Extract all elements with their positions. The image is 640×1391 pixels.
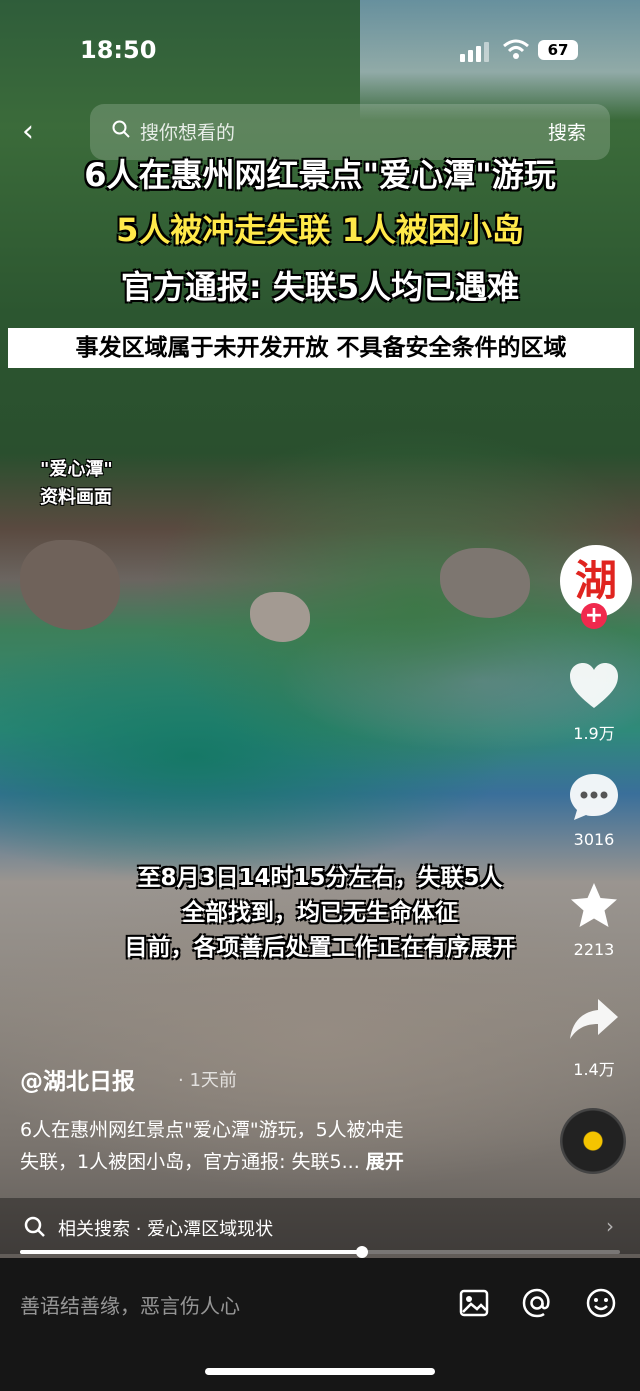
caption-line-2: 全部找到，均已无生命体征 — [182, 900, 458, 926]
video-screen[interactable]: 18:50 67 ‹ 搜你想看的 搜索 6人在惠州网红景点"爱心潭"游玩 5人被… — [0, 0, 640, 1391]
search-input[interactable]: 搜你想看的 — [140, 118, 235, 145]
progress-knob[interactable] — [356, 1246, 368, 1258]
post-description[interactable]: 6人在惠州网红景点"爱心潭"游玩，5人被冲走 失联，1人被困小岛，官方通报: 失… — [20, 1114, 540, 1178]
clock: 18:50 — [80, 36, 157, 64]
favorite-count: 2213 — [573, 940, 615, 959]
follow-button[interactable]: + — [581, 603, 607, 629]
status-bar: 18:50 67 — [0, 0, 640, 100]
music-disc-icon[interactable] — [560, 1108, 626, 1174]
description-line-1: 6人在惠州网红景点"爱心潭"游玩，5人被冲走 — [20, 1119, 404, 1141]
headline-subbar: 事发区域属于未开发开放 不具备安全条件的区域 — [8, 328, 634, 368]
footage-tag-line-2: 资料画面 — [40, 487, 112, 508]
image-icon[interactable] — [457, 1286, 491, 1320]
description-line-2: 失联，1人被困小岛，官方通报: 失联5... 展开 — [20, 1146, 540, 1178]
like-count: 1.9万 — [573, 724, 615, 743]
progress-fill — [20, 1250, 362, 1254]
comment-icon[interactable] — [566, 770, 622, 824]
at-icon[interactable] — [520, 1286, 554, 1320]
heart-icon[interactable] — [566, 660, 622, 712]
share-count: 1.4万 — [573, 1060, 615, 1079]
home-indicator[interactable] — [205, 1368, 435, 1375]
search-button[interactable]: 搜索 — [548, 118, 586, 145]
chevron-right-icon: › — [606, 1214, 614, 1238]
signal-icon — [460, 42, 489, 62]
search-icon — [112, 120, 130, 138]
headline-line-2: 5人被冲走失联 1人被困小岛 — [116, 211, 524, 249]
post-time: · 1天前 — [178, 1070, 237, 1091]
share-icon[interactable] — [566, 995, 622, 1045]
star-icon[interactable] — [566, 880, 622, 934]
wifi-icon — [503, 39, 529, 59]
comment-input[interactable]: 善语结善缘，恶言伤人心 — [20, 1290, 240, 1319]
related-search-text[interactable]: 相关搜索 · 爱心潭区域现状 — [58, 1215, 273, 1241]
headline-line-3: 官方通报: 失联5人均已遇难 — [120, 268, 520, 306]
expand-button[interactable]: 展开 — [366, 1151, 404, 1173]
emoji-icon[interactable] — [584, 1286, 618, 1320]
battery-indicator: 67 — [538, 40, 578, 60]
back-icon[interactable]: ‹ — [22, 114, 34, 149]
comment-count: 3016 — [573, 830, 615, 849]
caption-line-1: 至8月3日14时15分左右，失联5人 — [137, 865, 503, 891]
caption-line-3: 目前，各项善后处置工作正在有序展开 — [124, 935, 516, 961]
related-search-icon — [24, 1216, 45, 1237]
footage-tag: "爱心潭" 资料画面 — [40, 456, 113, 512]
author-name[interactable]: @湖北日报 — [20, 1062, 135, 1096]
description-line-2-text: 失联，1人被困小岛，官方通报: 失联5... — [20, 1151, 360, 1173]
footage-tag-line-1: "爱心潭" — [40, 459, 113, 480]
headline-line-1: 6人在惠州网红景点"爱心潭"游玩 — [84, 156, 556, 194]
